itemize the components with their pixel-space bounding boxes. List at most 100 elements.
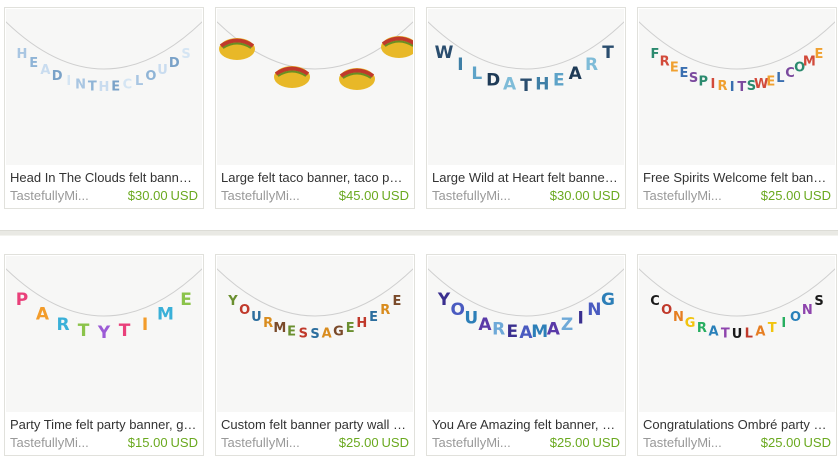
banner-letter: G bbox=[333, 324, 344, 339]
banner-letter: Y bbox=[97, 323, 111, 343]
price-amount: $25.00 bbox=[338, 435, 379, 450]
banner-letter: D bbox=[52, 69, 63, 84]
listing-title[interactable]: Party Time felt party banner, garland bbox=[10, 417, 198, 432]
listing-image[interactable]: PARTYTIME bbox=[6, 256, 202, 412]
banner-letter: L bbox=[745, 326, 753, 341]
banner-illustration: HE A D I N T H E C L O U DS bbox=[6, 21, 202, 95]
banner-letter: A bbox=[547, 319, 561, 339]
listing-card[interactable]: Large felt taco banner, taco party garla… bbox=[215, 7, 415, 209]
banner-letter: A bbox=[503, 75, 517, 95]
banner-letter: A bbox=[755, 324, 765, 339]
listing-title[interactable]: Custom felt banner party wall decor bbox=[221, 417, 409, 432]
banner-letter: I bbox=[578, 308, 584, 328]
banner-letter: T bbox=[721, 326, 730, 341]
banner-letter: O bbox=[145, 69, 156, 84]
banner-letter: U bbox=[464, 308, 478, 328]
banner-illustration: WI L D A T H E A RT bbox=[428, 21, 624, 96]
banner-letter: A bbox=[478, 315, 492, 335]
listing-title[interactable]: Large Wild at Heart felt banner, party g… bbox=[432, 170, 620, 185]
listing-card[interactable]: YOURMESSAGEHERE Custom felt banner party… bbox=[215, 254, 415, 456]
listing-image[interactable]: CONGRATULATIONS bbox=[639, 256, 835, 412]
banner-letter: L bbox=[471, 64, 482, 84]
listing-image[interactable] bbox=[217, 9, 413, 165]
shop-name-link[interactable]: TastefullyMi... bbox=[643, 188, 733, 203]
banner-illustration: YO U R M E S S A G E H E RE bbox=[217, 268, 413, 342]
listing-image[interactable]: YOUAREAMAZING bbox=[428, 256, 624, 412]
shop-name-link[interactable]: TastefullyMi... bbox=[432, 188, 522, 203]
listing-title[interactable]: Free Spirits Welcome felt banner, party … bbox=[643, 170, 831, 185]
listing-image[interactable]: YOURMESSAGEHERE bbox=[217, 256, 413, 412]
listing-image[interactable]: HEADINTHECLOUDS bbox=[6, 9, 202, 165]
listing-card[interactable]: CONGRATULATIONS Congratulations Ombré pa… bbox=[637, 254, 837, 456]
banner-letter: M bbox=[531, 322, 548, 342]
banner-letter: E bbox=[507, 322, 519, 342]
listing-image[interactable]: FREESPIRITSWELCOME bbox=[639, 9, 835, 165]
price-amount: $25.00 bbox=[549, 435, 590, 450]
banner-letter: T bbox=[88, 79, 97, 94]
banner-letter: O bbox=[450, 300, 464, 320]
listing-image[interactable]: WILDATHEART bbox=[428, 9, 624, 165]
price-amount: $30.00 bbox=[127, 188, 168, 203]
banner-letter: E bbox=[553, 71, 565, 91]
banner-letter: E bbox=[393, 294, 402, 309]
listing-price: $30.00 USD bbox=[550, 188, 620, 203]
shop-name-link[interactable]: TastefullyMi... bbox=[221, 188, 311, 203]
listing-price: $25.00 USD bbox=[761, 435, 831, 450]
listing-card[interactable]: YOUAREAMAZING You Are Amazing felt banne… bbox=[426, 254, 626, 456]
banner-letter: E bbox=[346, 321, 355, 336]
banner-letter: E bbox=[180, 290, 192, 310]
banner-illustration bbox=[217, 21, 413, 90]
banner-letter: W bbox=[435, 43, 454, 63]
listing-row-1: HEADINTHECLOUDS Head In The Clouds felt … bbox=[0, 7, 838, 212]
taco-icon bbox=[274, 66, 310, 88]
banner-letter: S bbox=[181, 47, 190, 62]
listing-title[interactable]: Large felt taco banner, taco party garla… bbox=[221, 170, 409, 185]
banner-letter: H bbox=[535, 75, 549, 95]
banner-illustration: YO U A R E AMA Z I NG bbox=[428, 268, 624, 343]
shop-name-link[interactable]: TastefullyMi... bbox=[643, 435, 733, 450]
shop-name-link[interactable]: TastefullyMi... bbox=[221, 435, 311, 450]
banner-letter: E bbox=[369, 310, 378, 325]
price-amount: $25.00 bbox=[760, 435, 801, 450]
banner-letter: R bbox=[718, 79, 728, 94]
banner-letter: O bbox=[790, 310, 801, 325]
banner-letter: H bbox=[17, 47, 28, 62]
banner-letter: Y bbox=[437, 290, 451, 310]
listing-title[interactable]: Head In The Clouds felt banner, party ga… bbox=[10, 170, 198, 185]
price-amount: $15.00 bbox=[127, 435, 168, 450]
shop-name-link[interactable]: TastefullyMi... bbox=[10, 188, 100, 203]
listing-card[interactable]: HEADINTHECLOUDS Head In The Clouds felt … bbox=[4, 7, 204, 209]
listing-price: $25.00 USD bbox=[550, 435, 620, 450]
listing-card[interactable]: PARTYTIME Party Time felt party banner, … bbox=[4, 254, 204, 456]
banner-letter: Z bbox=[561, 315, 573, 335]
banner-letter: U bbox=[732, 327, 743, 342]
banner-letter: I bbox=[710, 77, 715, 92]
banner-letter: N bbox=[75, 77, 86, 92]
taco-icon bbox=[339, 68, 375, 90]
banner-letter: R bbox=[56, 315, 69, 335]
banner-letter: D bbox=[486, 71, 500, 91]
price-currency: USD bbox=[803, 188, 831, 203]
banner-letter: S bbox=[299, 326, 308, 341]
banner-letter: I bbox=[457, 55, 463, 75]
listing-title[interactable]: You Are Amazing felt banner, party garla… bbox=[432, 417, 620, 432]
banner-letter: I bbox=[730, 80, 735, 95]
listing-price: $30.00 USD bbox=[128, 188, 198, 203]
banner-letter: H bbox=[99, 80, 110, 95]
banner-letter: T bbox=[602, 43, 614, 63]
shop-name-link[interactable]: TastefullyMi... bbox=[432, 435, 522, 450]
banner-letter: A bbox=[709, 324, 719, 339]
price-amount: $45.00 bbox=[338, 188, 379, 203]
banner-letter: P bbox=[698, 74, 708, 89]
banner-letter: S bbox=[814, 294, 823, 309]
price-currency: USD bbox=[381, 435, 409, 450]
banner-letter: T bbox=[520, 76, 532, 96]
listing-card[interactable]: FREESPIRITSWELCOME Free Spirits Welcome … bbox=[637, 7, 837, 209]
banner-illustration: PAR T Y T IME bbox=[6, 268, 202, 343]
banner-letter: H bbox=[356, 316, 367, 331]
banner-letter: U bbox=[251, 310, 262, 325]
listing-title[interactable]: Congratulations Ombré party banner, garl… bbox=[643, 417, 831, 432]
banner-letter: G bbox=[685, 316, 696, 331]
listing-card[interactable]: WILDATHEART Large Wild at Heart felt ban… bbox=[426, 7, 626, 209]
shop-name-link[interactable]: TastefullyMi... bbox=[10, 435, 100, 450]
